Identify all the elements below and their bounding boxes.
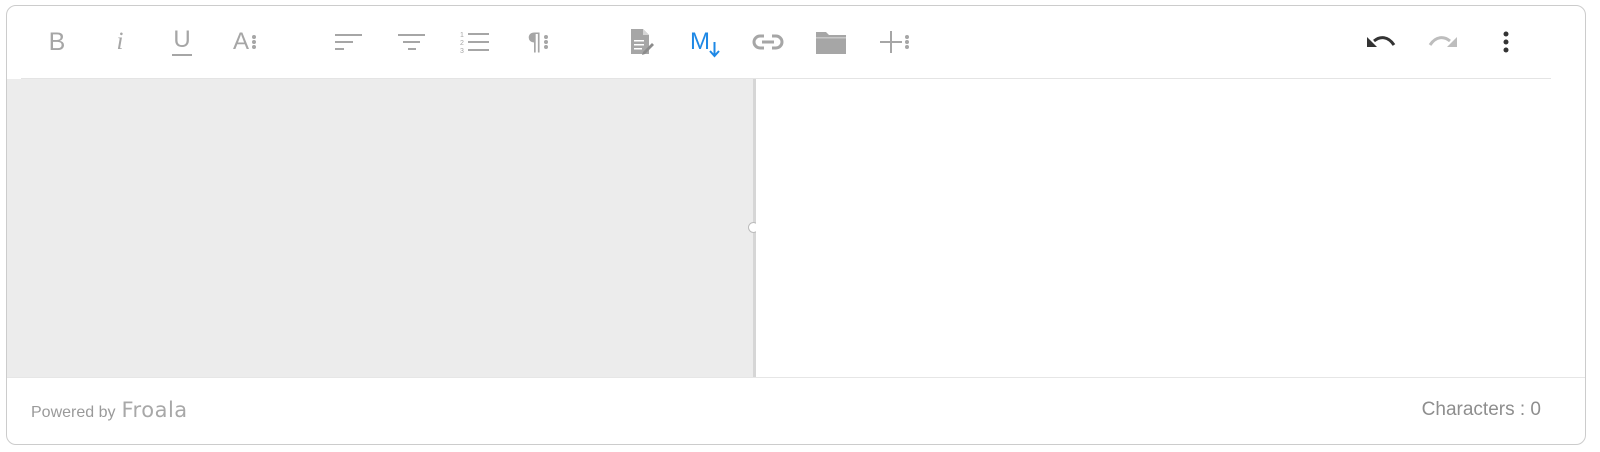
align-center-icon xyxy=(398,34,425,50)
paragraph-format-button[interactable]: ¶ xyxy=(518,22,558,62)
redo-icon xyxy=(1428,36,1457,47)
more-options-button[interactable] xyxy=(1486,22,1526,62)
text-format-button[interactable]: A xyxy=(225,22,265,62)
italic-button[interactable]: i xyxy=(100,22,140,62)
svg-text:2: 2 xyxy=(460,40,464,47)
preview-pane[interactable] xyxy=(756,79,1585,377)
editor-container: B i U A 1 2 3 ¶ M Powered by Froala Char… xyxy=(6,5,1586,445)
italic-icon: i xyxy=(116,28,124,55)
underline-button[interactable]: U xyxy=(162,22,202,62)
froala-logo: Froala xyxy=(121,398,188,422)
more-insert-button[interactable] xyxy=(875,22,915,62)
markdown-button[interactable]: M xyxy=(685,22,725,62)
undo-icon xyxy=(1367,36,1396,47)
svg-text:3: 3 xyxy=(460,48,464,54)
ordered-list-icon: 1 2 3 xyxy=(460,32,489,54)
svg-text:1: 1 xyxy=(460,32,464,39)
ordered-list-button[interactable]: 1 2 3 xyxy=(455,22,495,62)
more-vertical-icon xyxy=(1503,31,1509,53)
align-left-icon xyxy=(335,34,362,50)
text-format-icon: A xyxy=(233,28,257,56)
file-manager-button[interactable] xyxy=(811,22,851,62)
file-edit-icon xyxy=(631,29,654,55)
insert-link-button[interactable] xyxy=(748,22,788,62)
align-left-button[interactable] xyxy=(329,22,369,62)
toolbar: B i U A 1 2 3 ¶ M xyxy=(7,6,1585,78)
plus-icon xyxy=(880,31,910,53)
bold-button[interactable]: B xyxy=(37,22,77,62)
bold-icon: B xyxy=(48,27,66,56)
underline-icon: U xyxy=(172,28,192,56)
powered-by-link[interactable]: Powered by Froala xyxy=(31,398,188,422)
markdown-input-pane[interactable] xyxy=(7,79,755,377)
link-icon xyxy=(752,34,784,50)
folder-icon xyxy=(816,32,846,54)
undo-button[interactable] xyxy=(1361,22,1401,62)
insert-file-button[interactable] xyxy=(622,22,662,62)
footer: Powered by Froala Characters : 0 xyxy=(7,377,1585,444)
redo-button[interactable] xyxy=(1423,22,1463,62)
powered-by-label: Powered by xyxy=(31,404,116,421)
markdown-icon: M xyxy=(690,30,720,58)
paragraph-icon: ¶ xyxy=(527,28,549,56)
align-center-button[interactable] xyxy=(392,22,432,62)
character-count: Characters : 0 xyxy=(1421,399,1541,420)
